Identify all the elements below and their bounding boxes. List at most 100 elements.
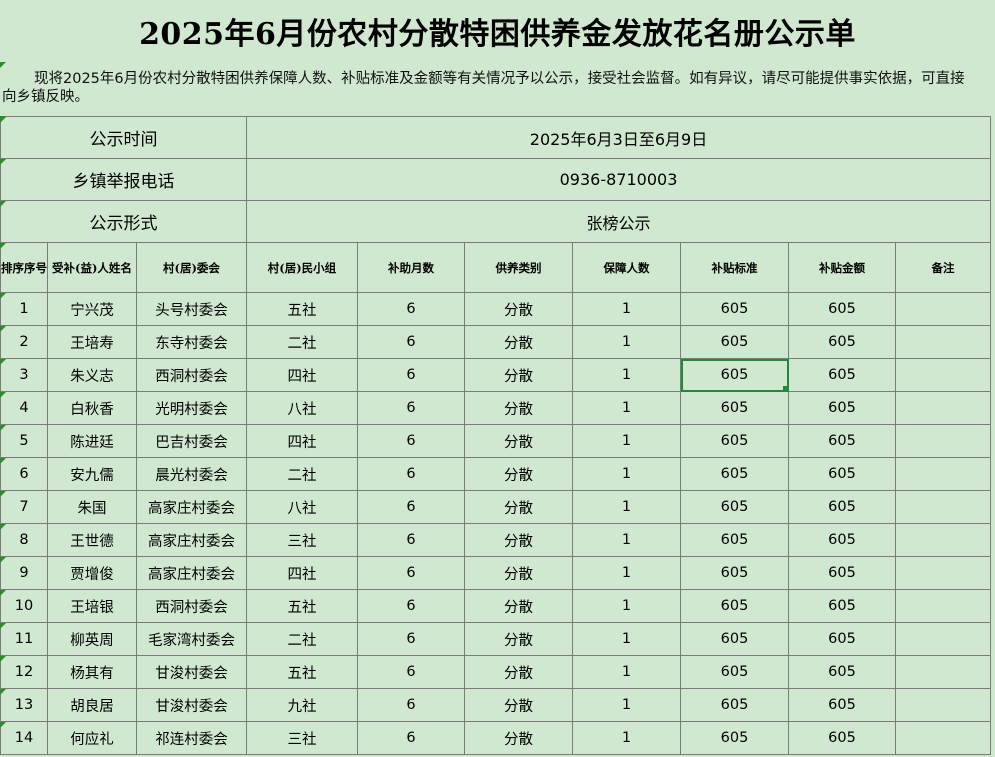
cell-standard[interactable]: 605 <box>680 424 789 458</box>
sheet-title[interactable]: 2025年6月份农村分散特困供养金发放花名册公示单 <box>0 0 995 62</box>
cell-group[interactable]: 五社 <box>246 589 358 623</box>
info-phone-value[interactable]: 0936-8710003 <box>246 158 991 201</box>
header-name[interactable]: 受补(益)人姓名 <box>47 242 137 293</box>
cell-remark[interactable] <box>895 721 991 755</box>
cell-count[interactable]: 1 <box>572 391 681 425</box>
cell-amount[interactable]: 605 <box>788 457 896 491</box>
info-time-value[interactable]: 2025年6月3日至6月9日 <box>246 116 991 159</box>
cell-type[interactable]: 分散 <box>464 721 573 755</box>
cell-amount[interactable]: 605 <box>788 325 896 359</box>
cell-remark[interactable] <box>895 556 991 590</box>
cell-seq[interactable]: 11 <box>0 622 48 656</box>
cell-amount[interactable]: 605 <box>788 490 896 524</box>
cell-type[interactable]: 分散 <box>464 589 573 623</box>
cell-amount[interactable]: 605 <box>788 721 896 755</box>
cell-group[interactable]: 二社 <box>246 457 358 491</box>
cell-count[interactable]: 1 <box>572 589 681 623</box>
cell-seq[interactable]: 13 <box>0 688 48 722</box>
header-remark[interactable]: 备注 <box>895 242 991 293</box>
cell-type[interactable]: 分散 <box>464 325 573 359</box>
cell-seq[interactable]: 14 <box>0 721 48 755</box>
cell-group[interactable]: 四社 <box>246 358 358 392</box>
cell-name[interactable]: 白秋香 <box>47 391 137 425</box>
cell-name[interactable]: 王培银 <box>47 589 137 623</box>
cell-village[interactable]: 甘浚村委会 <box>136 688 247 722</box>
cell-type[interactable]: 分散 <box>464 490 573 524</box>
header-group[interactable]: 村(居)民小组 <box>246 242 358 293</box>
cell-name[interactable]: 胡良居 <box>47 688 137 722</box>
cell-type[interactable]: 分散 <box>464 556 573 590</box>
cell-village[interactable]: 甘浚村委会 <box>136 655 247 689</box>
cell-group[interactable]: 五社 <box>246 655 358 689</box>
cell-amount[interactable]: 605 <box>788 556 896 590</box>
cell-months[interactable]: 6 <box>357 325 465 359</box>
cell-count[interactable]: 1 <box>572 325 681 359</box>
cell-months[interactable]: 6 <box>357 721 465 755</box>
cell-remark[interactable] <box>895 424 991 458</box>
cell-months[interactable]: 6 <box>357 391 465 425</box>
cell-type[interactable]: 分散 <box>464 457 573 491</box>
cell-remark[interactable] <box>895 358 991 392</box>
cell-amount[interactable]: 605 <box>788 523 896 557</box>
cell-name[interactable]: 朱国 <box>47 490 137 524</box>
cell-standard[interactable]: 605 <box>680 523 789 557</box>
cell-remark[interactable] <box>895 655 991 689</box>
cell-name[interactable]: 何应礼 <box>47 721 137 755</box>
notice-text[interactable]: 现将2025年6月份农村分散特困供养保障人数、补贴标准及金额等有关情况予以公示，… <box>0 62 985 114</box>
cell-name[interactable]: 宁兴茂 <box>47 292 137 326</box>
cell-amount[interactable]: 605 <box>788 655 896 689</box>
cell-village[interactable]: 巴吉村委会 <box>136 424 247 458</box>
cell-months[interactable]: 6 <box>357 292 465 326</box>
cell-count[interactable]: 1 <box>572 688 681 722</box>
cell-village[interactable]: 高家庄村委会 <box>136 490 247 524</box>
cell-village[interactable]: 头号村委会 <box>136 292 247 326</box>
cell-count[interactable]: 1 <box>572 721 681 755</box>
cell-group[interactable]: 四社 <box>246 424 358 458</box>
cell-standard[interactable]: 605 <box>680 325 789 359</box>
cell-name[interactable]: 贾增俊 <box>47 556 137 590</box>
cell-village[interactable]: 西洞村委会 <box>136 589 247 623</box>
info-form-label[interactable]: 公示形式 <box>0 200 247 243</box>
cell-group[interactable]: 五社 <box>246 292 358 326</box>
cell-count[interactable]: 1 <box>572 358 681 392</box>
cell-village[interactable]: 高家庄村委会 <box>136 556 247 590</box>
cell-standard[interactable]: 605 <box>680 391 789 425</box>
cell-seq[interactable]: 3 <box>0 358 48 392</box>
cell-months[interactable]: 6 <box>357 688 465 722</box>
cell-name[interactable]: 陈进廷 <box>47 424 137 458</box>
cell-amount[interactable]: 605 <box>788 589 896 623</box>
header-standard[interactable]: 补贴标准 <box>680 242 789 293</box>
cell-group[interactable]: 二社 <box>246 622 358 656</box>
cell-remark[interactable] <box>895 457 991 491</box>
cell-type[interactable]: 分散 <box>464 292 573 326</box>
cell-village[interactable]: 西洞村委会 <box>136 358 247 392</box>
cell-count[interactable]: 1 <box>572 457 681 491</box>
header-count[interactable]: 保障人数 <box>572 242 681 293</box>
cell-type[interactable]: 分散 <box>464 688 573 722</box>
cell-name[interactable]: 王培寿 <box>47 325 137 359</box>
cell-standard[interactable]: 605 <box>680 556 789 590</box>
cell-months[interactable]: 6 <box>357 655 465 689</box>
info-form-value[interactable]: 张榜公示 <box>246 200 991 243</box>
cell-count[interactable]: 1 <box>572 556 681 590</box>
header-village[interactable]: 村(居)委会 <box>136 242 247 293</box>
cell-seq[interactable]: 12 <box>0 655 48 689</box>
cell-type[interactable]: 分散 <box>464 358 573 392</box>
cell-months[interactable]: 6 <box>357 556 465 590</box>
header-amount[interactable]: 补贴金额 <box>788 242 896 293</box>
cell-remark[interactable] <box>895 622 991 656</box>
cell-village[interactable]: 光明村委会 <box>136 391 247 425</box>
cell-standard[interactable]: 605 <box>680 622 789 656</box>
cell-name[interactable]: 朱义志 <box>47 358 137 392</box>
header-type[interactable]: 供养类别 <box>464 242 573 293</box>
cell-months[interactable]: 6 <box>357 457 465 491</box>
cell-remark[interactable] <box>895 391 991 425</box>
cell-amount[interactable]: 605 <box>788 358 896 392</box>
cell-group[interactable]: 四社 <box>246 556 358 590</box>
cell-amount[interactable]: 605 <box>788 391 896 425</box>
cell-count[interactable]: 1 <box>572 490 681 524</box>
cell-seq[interactable]: 8 <box>0 523 48 557</box>
cell-seq[interactable]: 1 <box>0 292 48 326</box>
selected-cell[interactable]: 605 <box>680 358 789 392</box>
cell-count[interactable]: 1 <box>572 523 681 557</box>
